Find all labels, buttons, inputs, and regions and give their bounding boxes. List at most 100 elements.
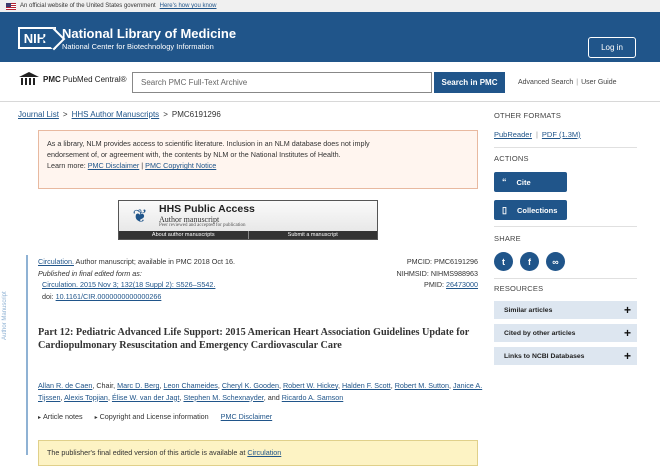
plus-icon: + [623,349,631,363]
author-sep: , and [263,392,282,402]
resources-heading: RESOURCES [494,284,544,293]
breadcrumb-journal-list[interactable]: Journal List [18,110,59,119]
disclaimer-separator: | [141,161,144,170]
cite-button[interactable]: “ Cite [494,172,567,192]
other-formats-heading: OTHER FORMATS [494,111,562,120]
advanced-search-link[interactable]: Advanced Search [518,79,573,86]
share-buttons: t f ∞ [494,252,565,271]
plus-icon: + [623,326,631,340]
author-link[interactable]: Alexis Topjian [64,393,108,402]
search-button[interactable]: Search in PMC [434,72,505,93]
facebook-icon[interactable]: f [520,252,539,271]
about-author-manuscripts-link[interactable]: About author manuscripts [119,231,249,239]
learn-more-label: Learn more: [47,161,86,170]
collections-button[interactable]: ▯ Collections [494,200,567,220]
quote-icon: “ [502,177,507,187]
user-guide-link[interactable]: User Guide [581,79,616,86]
published-line: Published in final edited form as: [38,268,142,278]
twitter-icon[interactable]: t [494,252,513,271]
hhs-eagle-icon: ❦ [132,206,148,226]
pdf-link[interactable]: PDF (1.3M) [542,130,581,139]
collections-label: Collections [516,205,558,215]
author-manuscript-side-label: Author Manuscript [2,291,8,340]
citation-link[interactable]: Circulation. 2015 Nov 3; 132(18 Suppl 2)… [42,280,215,289]
disclaimer-line-2: endorsement of, or agreement with, the c… [47,150,341,159]
triangle-right-icon: ▸ [38,415,42,421]
author-link[interactable]: Leon Chameides [163,381,217,390]
hhs-subtitle-2: Peer reviewed and accepted for publicati… [159,223,246,228]
sidebar-divider [494,147,637,148]
article-notes-label: Article notes [43,412,83,421]
doi-label: doi: [42,291,56,301]
cited-by-label: Cited by other articles [504,329,576,337]
pmid-line: PMID: 26473000 [368,279,478,291]
author-link[interactable]: Robert M. Sutton [395,381,449,390]
triangle-right-icon: ▸ [94,415,98,421]
pmc-building-icon [18,72,40,86]
hhs-banner-top: ❦ HHS Public Access Author manuscript Pe… [119,201,377,231]
bookmark-icon: ▯ [502,204,507,215]
divider: | [576,79,579,86]
publisher-version-notice: The publisher's final edited version of … [38,440,478,466]
disclaimer-line-1: As a library, NLM provides access to sci… [47,139,370,148]
article-citation-info: Circulation. Author manuscript; availabl… [38,256,358,302]
journal-link[interactable]: Circulation. [38,257,74,266]
pmc-copyright-link[interactable]: PMC Copyright Notice [145,161,216,170]
pmc-disclaimer-article-link[interactable]: PMC Disclaimer [221,412,273,421]
pmc-logo-bold: PMC [43,74,61,84]
pmc-logo-text: PubMed Central® [62,74,127,84]
copyright-info-toggle[interactable]: ▸ Copyright and License information [95,412,209,421]
gov-banner: An official website of the United States… [0,0,660,12]
format-links: PubReader | PDF (1.3M) [494,130,581,139]
gov-banner-text: An official website of the United States… [20,3,156,9]
nlm-disclaimer-box: As a library, NLM provides access to sci… [38,130,478,189]
submit-manuscript-link[interactable]: Submit a manuscript [249,231,378,239]
pmc-disclaimer-link[interactable]: PMC Disclaimer [88,161,140,170]
author-link[interactable]: Allan R. de Caen [38,381,92,390]
link-icon[interactable]: ∞ [546,252,565,271]
article-notes-toggle[interactable]: ▸ Article notes [38,412,83,421]
author-link[interactable]: Halden F. Scott [342,381,391,390]
cite-label: Cite [516,177,531,187]
circulation-link[interactable]: Circulation [247,448,281,457]
doi-link[interactable]: 10.1161/CIR.0000000000000266 [56,292,162,301]
search-input[interactable]: Search PMC Full-Text Archive [132,72,432,93]
availability-line: Circulation. Author manuscript; availabl… [38,256,358,268]
article-title: Part 12: Pediatric Advanced Life Support… [38,327,470,351]
author-link[interactable]: Stephen M. Schexnayder [183,393,263,402]
sidebar-divider [494,278,637,279]
author-link[interactable]: Élise W. van der Jagt [112,393,180,402]
nih-logo[interactable]: NIH [18,27,56,49]
similar-articles-toggle[interactable]: Similar articles + [494,301,637,319]
breadcrumb: Journal List > HHS Author Manuscripts > PMC6… [18,110,221,119]
pmc-logo[interactable]: PMC PubMed Central® [18,72,126,86]
author-link[interactable]: Ricardo A. Samson [282,393,344,402]
pmcid: PMCID: PMC6191296 [406,257,478,266]
ncbi-links-toggle[interactable]: Links to NCBI Databases + [494,347,637,365]
us-flag-icon [6,2,16,10]
pmc-search-bar: PMC PubMed Central® Search PMC Full-Text… [0,62,660,102]
author-link[interactable]: Cheryl K. Gooden [222,381,279,390]
login-button[interactable]: Log in [588,37,636,58]
breadcrumb-hhs-manuscripts[interactable]: HHS Author Manuscripts [72,110,160,119]
nlm-title[interactable]: National Library of Medicine [62,26,236,41]
heres-how-you-know-link[interactable]: Here's how you know [160,3,217,9]
doi-line: doi: 10.1161/CIR.0000000000000266 [38,291,358,303]
author-list: Allan R. de Caen, Chair, Marc D. Berg, L… [38,380,483,403]
share-heading: SHARE [494,234,521,243]
search-links: Advanced Search | User Guide [518,79,617,86]
hhs-public-access-banner: ❦ HHS Public Access Author manuscript Pe… [118,200,378,240]
pmid-link[interactable]: 26473000 [446,280,478,289]
author-link[interactable]: Robert W. Hickey [283,381,338,390]
ncbi-links-label: Links to NCBI Databases [504,352,585,360]
author-sep: , Chair, [92,381,118,390]
article-links: ▸ Article notes ▸ Copyright and License in… [38,412,272,421]
pubreader-link[interactable]: PubReader [494,130,532,139]
citation-line: Circulation. 2015 Nov 3; 132(18 Suppl 2)… [38,279,358,291]
nlm-header: NIH National Library of Medicine Nationa… [0,12,660,62]
author-manuscript-side-bar [26,255,28,455]
breadcrumb-current: PMC6191296 [171,110,221,119]
cited-by-toggle[interactable]: Cited by other articles + [494,324,637,342]
nihmsid: NIHMSID: NIHMS988963 [396,268,478,278]
author-link[interactable]: Marc D. Berg [117,381,159,390]
